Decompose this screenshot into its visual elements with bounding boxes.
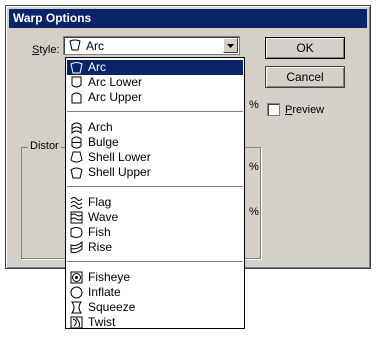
flag-icon	[70, 196, 83, 209]
dropdown-item-shell-lower[interactable]: Shell Lower	[67, 150, 243, 165]
chevron-down-icon	[227, 43, 234, 48]
twist-icon	[70, 316, 83, 329]
ok-button[interactable]: OK	[265, 37, 345, 59]
wave-icon	[70, 211, 83, 224]
preview-checkbox[interactable]	[267, 103, 280, 116]
shell-upper-icon	[70, 166, 83, 179]
dropdown-item-fish[interactable]: Fish	[67, 225, 243, 240]
dialog-title: Warp Options	[9, 9, 367, 28]
style-select[interactable]: Arc	[63, 36, 240, 55]
style-dropdown-list[interactable]: Arc Arc Lower Arc Upper Arch Bulge Shell…	[65, 57, 245, 329]
fisheye-icon	[70, 271, 83, 284]
dropdown-item-flag[interactable]: Flag	[67, 195, 243, 210]
preview-label: Preview	[285, 103, 325, 116]
inflate-icon	[70, 286, 83, 299]
arc-icon	[69, 39, 81, 51]
percent-label: %	[249, 99, 259, 111]
dropdown-item-inflate[interactable]: Inflate	[67, 285, 243, 300]
percent-label: %	[249, 206, 259, 218]
preview-checkbox-row[interactable]: Preview	[267, 103, 324, 116]
cancel-button[interactable]: Cancel	[265, 66, 345, 88]
squeeze-icon	[70, 301, 83, 314]
fish-icon	[70, 226, 83, 239]
shell-lower-icon	[70, 151, 83, 164]
dropdown-item-shell-upper[interactable]: Shell Upper	[67, 165, 243, 180]
percent-label: %	[249, 161, 259, 173]
dropdown-item-rise[interactable]: Rise	[67, 240, 243, 255]
separator	[67, 186, 243, 187]
style-select-value: Arc	[86, 39, 104, 53]
dropdown-item-wave[interactable]: Wave	[67, 210, 243, 225]
arc-icon	[70, 61, 83, 74]
distortion-group-label: Distor	[28, 140, 61, 152]
dropdown-item-arch[interactable]: Arch	[67, 120, 243, 135]
dropdown-item-bulge[interactable]: Bulge	[67, 135, 243, 150]
separator	[67, 261, 243, 262]
bulge-icon	[70, 136, 83, 149]
arc-lower-icon	[70, 76, 83, 89]
style-label: Style:	[32, 44, 60, 56]
separator	[67, 111, 243, 112]
dropdown-item-twist[interactable]: Twist	[67, 315, 243, 330]
arc-upper-icon	[70, 91, 83, 104]
dropdown-item-squeeze[interactable]: Squeeze	[67, 300, 243, 315]
dropdown-item-arc-upper[interactable]: Arc Upper	[67, 90, 243, 105]
rise-icon	[70, 241, 83, 254]
dropdown-arrow-button[interactable]	[223, 38, 238, 53]
dropdown-item-arc-lower[interactable]: Arc Lower	[67, 75, 243, 90]
arch-icon	[70, 121, 83, 134]
dropdown-item-arc[interactable]: Arc	[67, 60, 243, 75]
dropdown-item-fisheye[interactable]: Fisheye	[67, 270, 243, 285]
